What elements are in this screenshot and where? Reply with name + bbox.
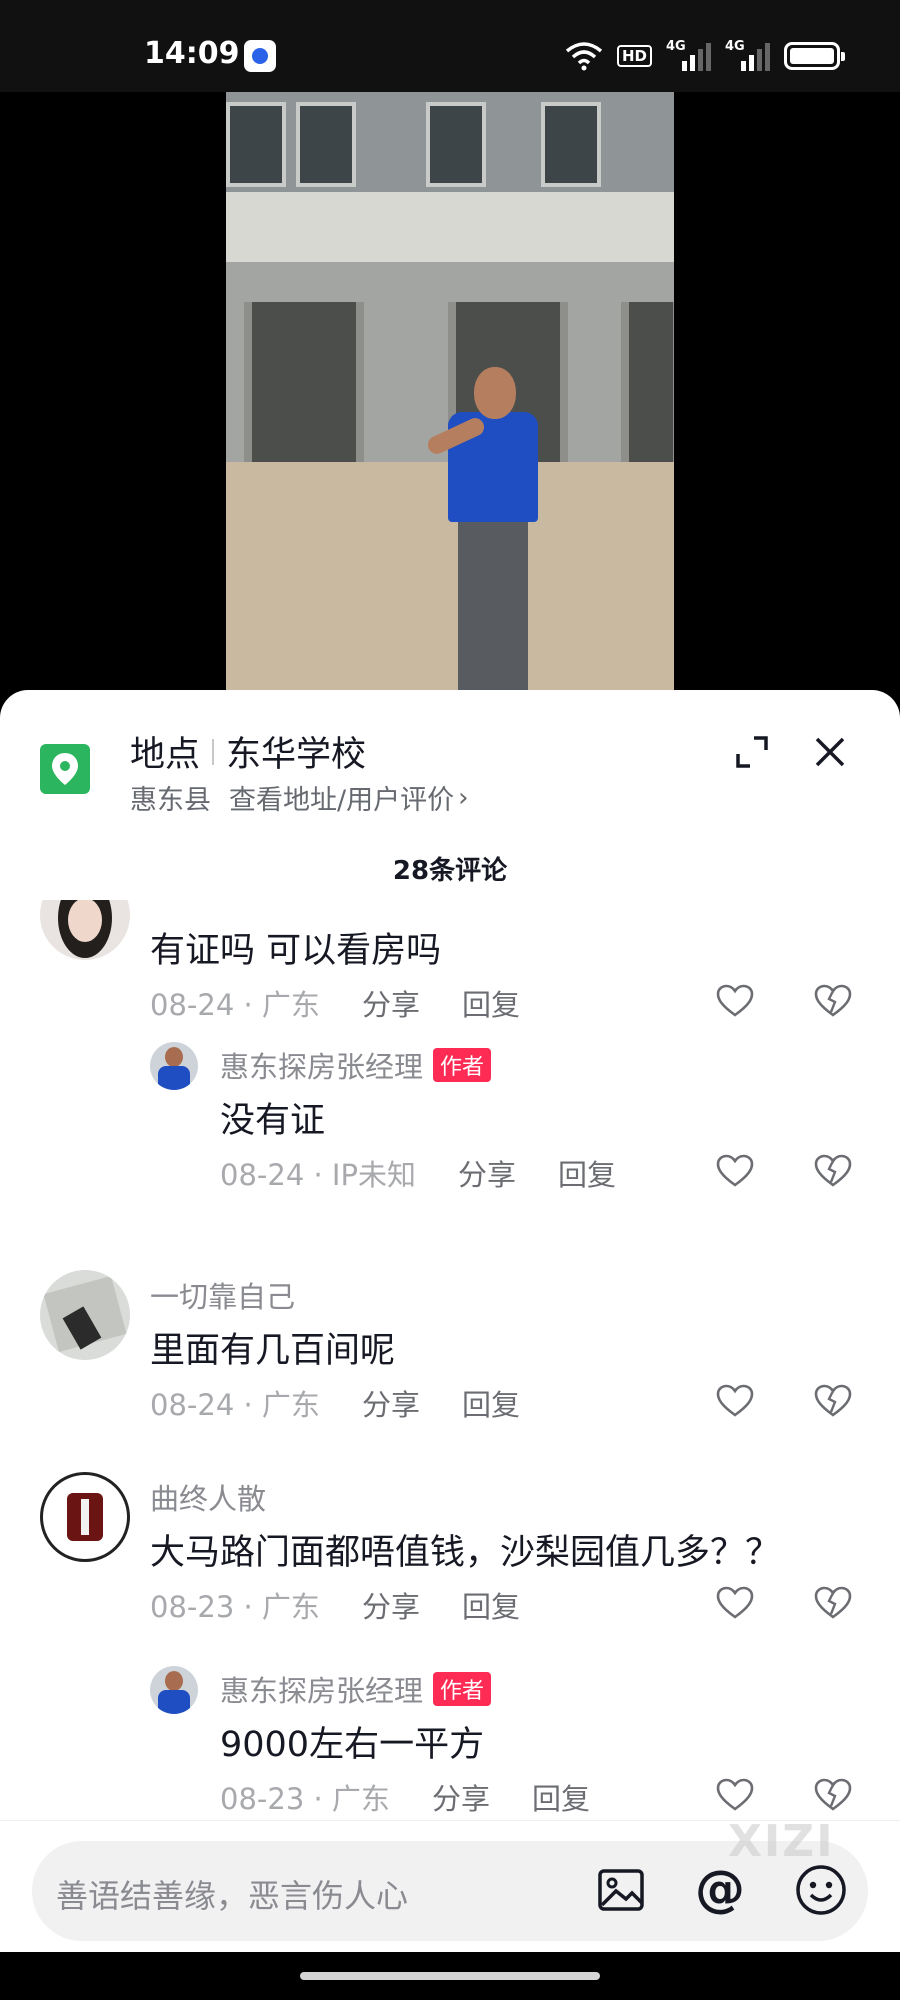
comment-list[interactable]: 有证吗 可以看房吗 08-24 · 广东 分享 回复 惠东探房张经理 作者 没有… [0, 900, 900, 1820]
image-icon[interactable] [596, 1865, 646, 1915]
at-mention-icon[interactable]: @ [692, 1859, 748, 1919]
like-heart-icon[interactable] [716, 1154, 754, 1188]
share-button[interactable]: 分享 [362, 1584, 420, 1626]
expand-icon[interactable] [734, 734, 770, 770]
share-button[interactable]: 分享 [362, 982, 420, 1024]
watermark: XIZI [728, 1816, 835, 1867]
avatar[interactable] [40, 1472, 130, 1562]
status-bar: 14:09 HD 4G 4G [0, 0, 900, 92]
reply-date: 08-23 · 广东 [220, 1782, 390, 1816]
comment-date: 08-23 · 广东 [150, 1590, 320, 1624]
comment-meta: 08-24 · 广东 分享 回复 [150, 982, 520, 1024]
signal-label: 4G [666, 39, 686, 54]
close-icon[interactable] [812, 734, 848, 770]
location-link[interactable]: 查看地址/用户评价 [229, 778, 454, 817]
dislike-heart-icon[interactable] [814, 1778, 852, 1812]
comment-meta: 08-24 · 广东 分享 回复 [150, 1382, 520, 1424]
author-name[interactable]: 惠东探房张经理 [220, 1044, 423, 1086]
comment-author[interactable]: 一切靠自己 [150, 1274, 295, 1316]
like-heart-icon[interactable] [716, 1586, 754, 1620]
video-frame[interactable] [226, 92, 674, 712]
battery-level [790, 48, 834, 64]
location-name: 东华学校 [226, 735, 367, 775]
avatar[interactable] [150, 1042, 198, 1090]
dislike-heart-icon[interactable] [814, 1384, 852, 1418]
avatar[interactable] [150, 1666, 198, 1714]
reply-date: 08-24 · IP未知 [220, 1158, 416, 1192]
author-name[interactable]: 一切靠自己 [150, 1274, 295, 1316]
wifi-icon [565, 42, 603, 71]
battery-icon [784, 42, 845, 70]
home-indicator[interactable] [300, 1972, 600, 1980]
location-card[interactable]: 地点 东华学校 惠东县 查看地址/用户评价 › [0, 690, 900, 840]
dislike-heart-icon[interactable] [814, 1154, 852, 1188]
reply-button[interactable]: 回复 [462, 982, 520, 1024]
baidu-icon [244, 40, 276, 72]
comment-text: 大马路门面都唔值钱，沙梨园值几多？？ [150, 1533, 781, 1573]
comment-text: 有证吗 可以看房吗 [150, 931, 442, 971]
comment-text: 里面有几百间呢 [150, 1331, 396, 1371]
gesture-bar [0, 1952, 900, 2000]
reply-button[interactable]: 回复 [532, 1776, 590, 1818]
location-county: 惠东县 [130, 785, 211, 816]
avatar[interactable] [40, 1270, 130, 1360]
avatar[interactable] [40, 900, 130, 960]
like-heart-icon[interactable] [716, 984, 754, 1018]
like-heart-icon[interactable] [716, 1778, 754, 1812]
reply-text: 9000左右一平方 [220, 1725, 485, 1765]
reply-author[interactable]: 惠东探房张经理 作者 [220, 1044, 492, 1086]
signal-icon: 4G [725, 39, 770, 71]
video-player[interactable] [0, 92, 900, 712]
comment-date: 08-24 · 广东 [150, 988, 320, 1022]
reply-meta: 08-23 · 广东 分享 回复 [220, 1776, 590, 1818]
status-icons: HD 4G 4G [565, 38, 845, 74]
location-label: 地点 [130, 735, 201, 775]
hd-icon: HD [616, 45, 652, 67]
reply-button[interactable]: 回复 [558, 1152, 616, 1194]
dislike-heart-icon[interactable] [814, 1586, 852, 1620]
share-button[interactable]: 分享 [432, 1776, 490, 1818]
signal-label: 4G [725, 39, 745, 54]
share-button[interactable]: 分享 [458, 1152, 516, 1194]
location-title: 地点 东华学校 [130, 726, 366, 777]
comment-date: 08-24 · 广东 [150, 1388, 320, 1422]
emoji-icon[interactable] [794, 1863, 848, 1917]
chevron-right-icon: › [458, 782, 469, 813]
author-badge: 作者 [433, 1048, 492, 1082]
status-time: 14:09 [144, 36, 240, 71]
author-name[interactable]: 惠东探房张经理 [220, 1668, 423, 1710]
location-subtitle[interactable]: 惠东县 查看地址/用户评价 › [130, 778, 469, 817]
location-pin-icon [40, 744, 90, 794]
reply-meta: 08-24 · IP未知 分享 回复 [220, 1152, 616, 1194]
reply-author[interactable]: 惠东探房张经理 作者 [220, 1668, 492, 1710]
comment-input-placeholder[interactable]: 善语结善缘，恶言伤人心 [56, 1871, 408, 1917]
author-name[interactable]: 曲终人散 [150, 1476, 266, 1518]
reply-button[interactable]: 回复 [462, 1382, 520, 1424]
dislike-heart-icon[interactable] [814, 984, 852, 1018]
divider [212, 738, 215, 765]
share-button[interactable]: 分享 [362, 1382, 420, 1424]
reply-text: 没有证 [220, 1101, 326, 1141]
author-badge: 作者 [433, 1672, 492, 1706]
comment-meta: 08-23 · 广东 分享 回复 [150, 1584, 520, 1626]
reply-button[interactable]: 回复 [462, 1584, 520, 1626]
comment-author[interactable]: 曲终人散 [150, 1476, 266, 1518]
like-heart-icon[interactable] [716, 1384, 754, 1418]
comment-sheet: 地点 东华学校 惠东县 查看地址/用户评价 › 28条评论 有证吗 可以看房吗 [0, 690, 900, 2000]
comment-count: 28条评论 [392, 856, 508, 886]
signal-icon: 4G [666, 39, 711, 71]
